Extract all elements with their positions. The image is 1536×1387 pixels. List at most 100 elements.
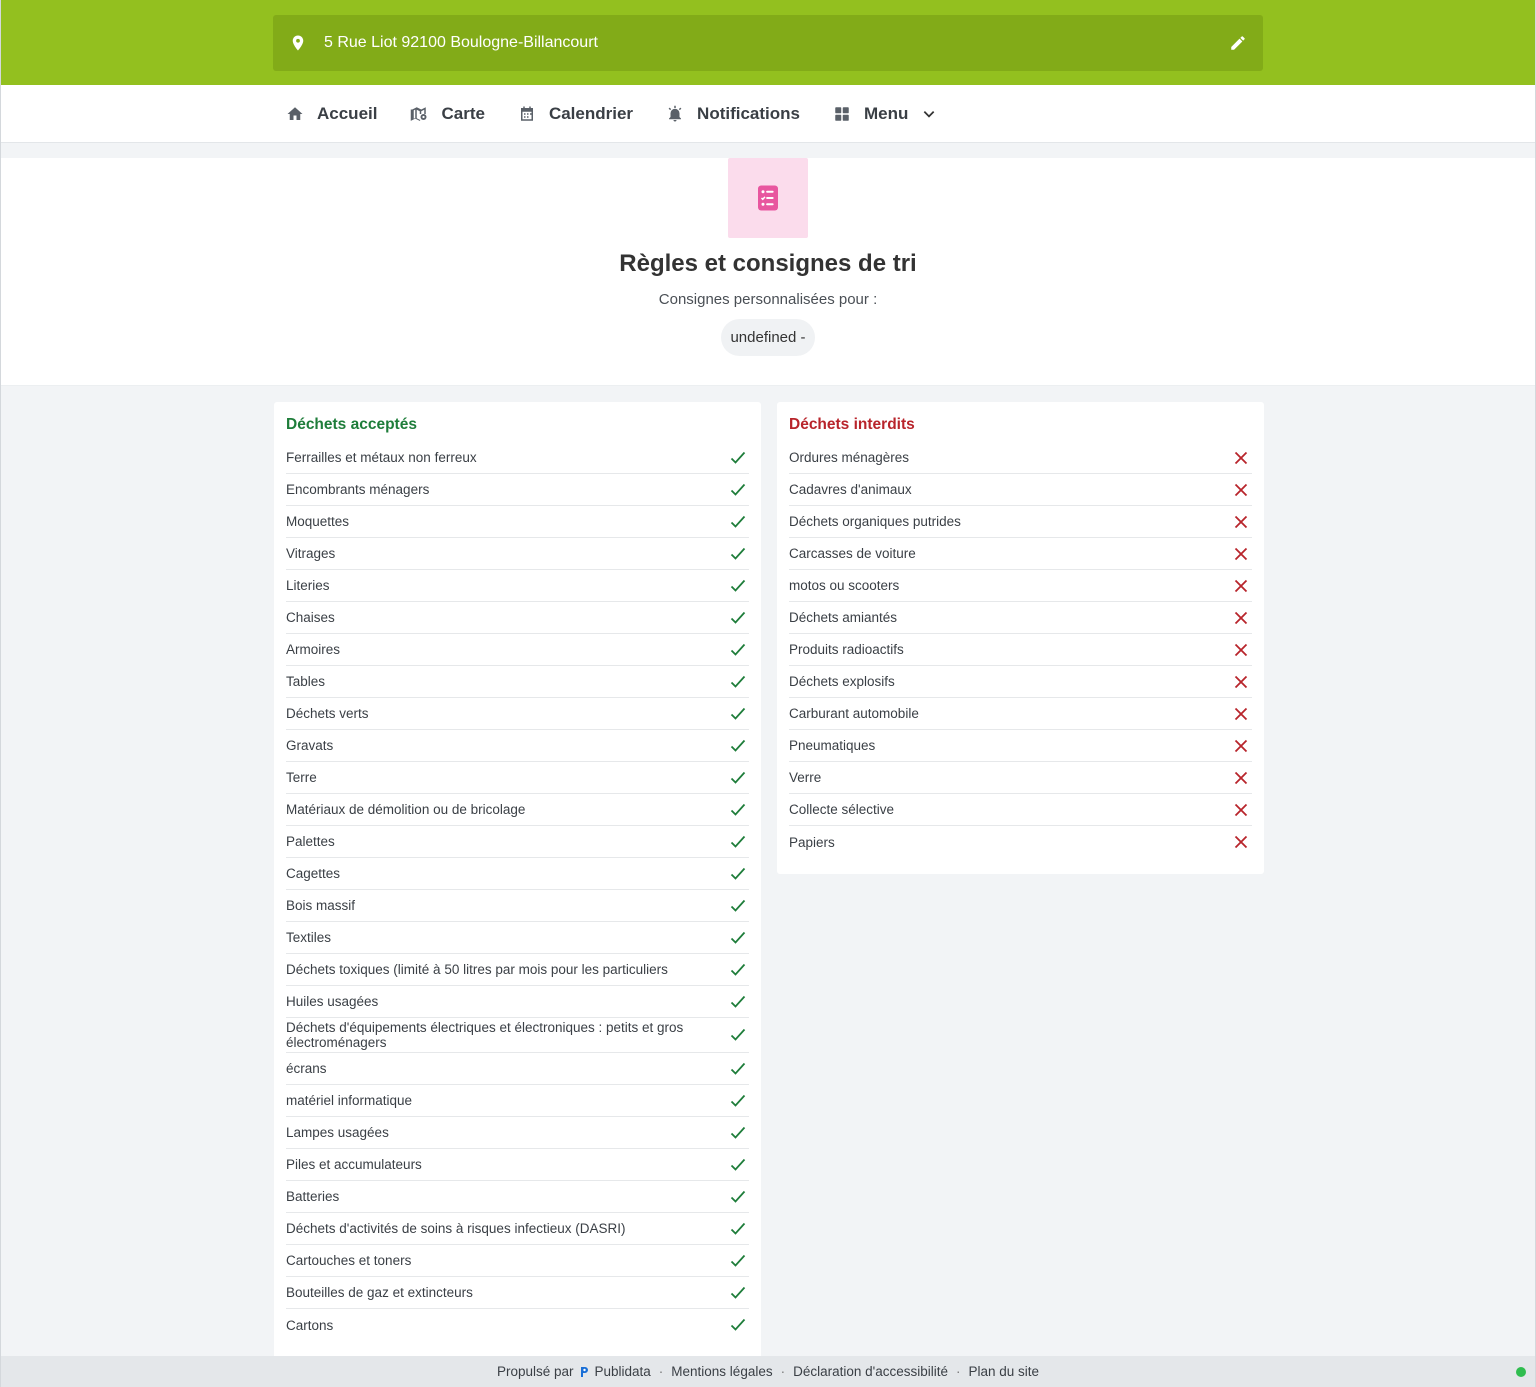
publidata-label: Publidata xyxy=(594,1364,651,1379)
list-item: Carburant automobile xyxy=(789,698,1252,730)
cross-icon xyxy=(1234,739,1248,752)
nav-label: Accueil xyxy=(317,103,378,123)
list-item-label: Déchets d'activités de soins à risques i… xyxy=(286,1221,626,1236)
nav-label: Menu xyxy=(864,103,909,123)
list-item: Moquettes xyxy=(286,506,749,538)
list-item-label: Batteries xyxy=(286,1189,340,1204)
pencil-icon[interactable] xyxy=(1229,34,1247,52)
list-item-label: Palettes xyxy=(286,834,335,849)
list-item-label: Textiles xyxy=(286,930,332,945)
list-item-label: Papiers xyxy=(789,834,835,850)
page-subtitle: Consignes personnalisées pour : xyxy=(658,291,878,308)
checkmark-icon xyxy=(730,835,746,848)
list-item-label: Collecte sélective xyxy=(789,802,895,817)
footer-link-sitemap[interactable]: Plan du site xyxy=(969,1364,1040,1379)
page-title: Règles et consignes de tri xyxy=(619,250,917,277)
list-item: Matériaux de démolition ou de bricolage xyxy=(286,794,749,826)
checkmark-icon xyxy=(730,899,746,912)
list-item-label: Cartons xyxy=(286,1317,334,1333)
location-pill: undefined - xyxy=(721,319,815,356)
status-indicator xyxy=(1516,1367,1526,1377)
list-item-label: Déchets organiques putrides xyxy=(789,514,961,529)
checkmark-icon xyxy=(730,515,746,528)
list-item: matériel informatique xyxy=(286,1085,749,1117)
checkmark-icon xyxy=(730,803,746,816)
list-item: Bois massif xyxy=(286,890,749,922)
list-item-label: Moquettes xyxy=(286,514,350,529)
list-item: Collecte sélective xyxy=(789,794,1252,826)
list-item: Déchets d'équipements électriques et éle… xyxy=(286,1018,749,1053)
list-item-label: Déchets verts xyxy=(286,706,369,721)
checkmark-icon xyxy=(730,675,746,688)
list-item-label: matériel informatique xyxy=(286,1093,413,1108)
forbidden-waste-list: Ordures ménagères Cadavres d'animaux Déche… xyxy=(789,442,1252,858)
list-item: Carcasses de voiture xyxy=(789,538,1252,570)
list-item-label: Déchets toxiques (limité à 50 litres par… xyxy=(286,962,668,977)
list-item: Verre xyxy=(789,762,1252,794)
checkmark-icon xyxy=(730,1318,746,1331)
list-item: motos ou scooters xyxy=(789,570,1252,602)
cross-icon xyxy=(1234,451,1248,464)
list-item-label: Carcasses de voiture xyxy=(789,546,916,561)
list-item-label: Matériaux de démolition ou de bricolage xyxy=(286,802,526,817)
cross-icon xyxy=(1234,483,1248,496)
nav-label: Notifications xyxy=(697,103,800,123)
list-item: Huiles usagées xyxy=(286,986,749,1018)
list-item: Palettes xyxy=(286,826,749,858)
list-item: Cartons xyxy=(286,1309,749,1341)
list-item: écrans xyxy=(286,1053,749,1085)
checkmark-icon xyxy=(730,579,746,592)
cross-icon xyxy=(1234,515,1248,528)
checkmark-icon xyxy=(730,1222,746,1235)
checkmark-icon xyxy=(730,643,746,656)
powered-by-text: Propulsé par xyxy=(496,1364,574,1379)
list-item-label: Chaises xyxy=(286,610,335,625)
list-item: Papiers xyxy=(789,826,1252,858)
list-item-label: Piles et accumulateurs xyxy=(286,1157,422,1172)
cross-icon xyxy=(1234,803,1248,816)
cross-icon xyxy=(1234,771,1248,784)
list-item-label: Literies xyxy=(286,578,330,593)
chevron-down-icon xyxy=(924,110,935,118)
nav-item-notifications[interactable]: Notifications xyxy=(666,104,800,124)
cross-icon xyxy=(1234,707,1248,720)
map-icon xyxy=(410,105,428,123)
footer-link-mentions[interactable]: Mentions légales xyxy=(671,1364,772,1379)
list-item: Lampes usagées xyxy=(286,1117,749,1149)
list-item-label: Bouteilles de gaz et extincteurs xyxy=(286,1285,473,1300)
list-item-label: Verre xyxy=(789,770,822,785)
list-item: Literies xyxy=(286,570,749,602)
list-item: Encombrants ménagers xyxy=(286,474,749,506)
list-item-label: Déchets explosifs xyxy=(789,674,895,689)
forbidden-waste-card: Déchets interdits Ordures ménagères Cadav… xyxy=(777,402,1264,874)
publidata-link[interactable]: Publidata xyxy=(573,1364,651,1379)
nav-item-carte[interactable]: Carte xyxy=(410,104,485,124)
accepted-waste-list: Ferrailles et métaux non ferreux Encombra… xyxy=(286,442,749,1341)
list-item-label: Déchets d'équipements électriques et éle… xyxy=(286,1020,684,1050)
list-item: Pneumatiques xyxy=(789,730,1252,762)
checkmark-icon xyxy=(730,1094,746,1107)
checkmark-icon xyxy=(730,483,746,496)
checkmark-icon xyxy=(730,867,746,880)
separator: · xyxy=(780,1364,786,1379)
checkmark-icon xyxy=(730,707,746,720)
address-bar[interactable]: 5 Rue Liot 92100 Boulogne-Billancourt xyxy=(273,15,1263,71)
cross-icon xyxy=(1234,675,1248,688)
nav-item-accueil[interactable]: Accueil xyxy=(286,104,377,124)
footer-link-accessibility[interactable]: Déclaration d'accessibilité xyxy=(793,1364,948,1379)
list-item-label: Vitrages xyxy=(286,546,336,561)
list-item: Piles et accumulateurs xyxy=(286,1149,749,1181)
forbidden-waste-title: Déchets interdits xyxy=(789,416,915,433)
list-item-label: Cadavres d'animaux xyxy=(789,482,912,497)
cross-icon xyxy=(1234,835,1248,849)
checkmark-icon xyxy=(730,1158,746,1171)
publidata-logo-icon xyxy=(581,1366,589,1377)
footer: Propulsé par Publidata · Mentions légale… xyxy=(0,1356,1536,1387)
nav-item-menu[interactable]: Menu xyxy=(833,104,936,124)
list-item-label: Cartouches et toners xyxy=(286,1253,412,1268)
address-text: 5 Rue Liot 92100 Boulogne-Billancourt xyxy=(324,34,598,51)
nav-item-calendrier[interactable]: Calendrier xyxy=(518,104,633,124)
list-item-label: Gravats xyxy=(286,738,334,753)
checkmark-icon xyxy=(730,1062,746,1075)
list-item-label: Produits radioactifs xyxy=(789,642,904,657)
